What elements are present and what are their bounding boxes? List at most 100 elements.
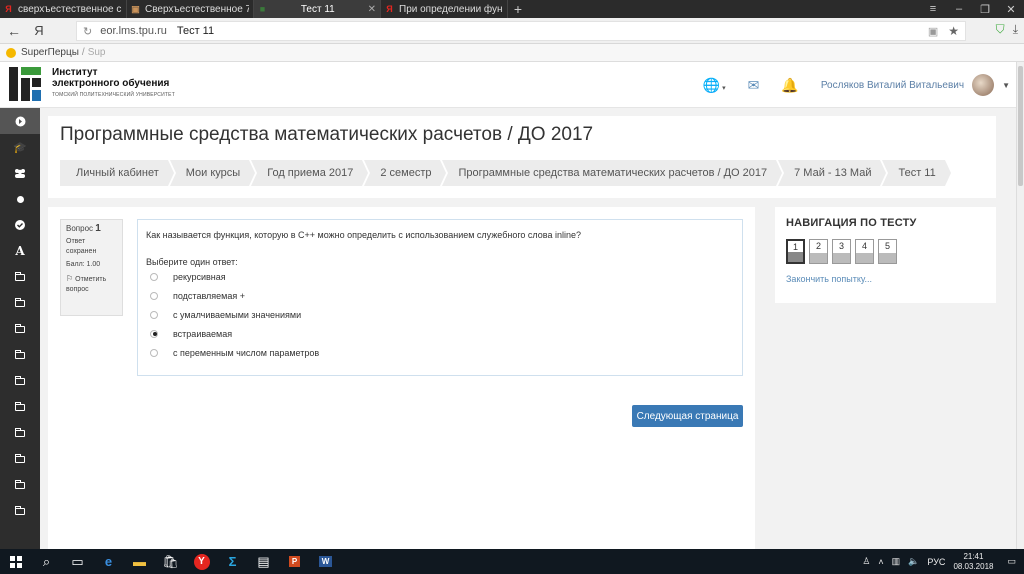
url-field[interactable]: ↻ eor.lms.tpu.ru Тест 11 ▣ ★ [76, 21, 966, 41]
breadcrumb-item[interactable]: Тест 11 [882, 160, 953, 186]
yandex-button[interactable]: Я [28, 23, 50, 38]
task-view-icon[interactable]: ▭ [62, 549, 93, 574]
breadcrumb-item[interactable]: Мои курсы [169, 160, 258, 186]
browser-tab-2[interactable]: ■ Тест 11 ✕ [254, 0, 381, 18]
folder-icon[interactable] [0, 446, 40, 472]
breadcrumb-item[interactable]: Программные средства математических расч… [442, 160, 784, 186]
chevron-up-icon[interactable]: ˄ [878, 557, 883, 567]
institute-logo-icon[interactable] [9, 67, 41, 101]
breadcrumb-item[interactable]: 2 семестр [364, 160, 449, 186]
scrollbar-thumb[interactable] [1018, 66, 1023, 186]
quiz-nav-page-3[interactable]: 3 [832, 239, 851, 264]
folder-icon[interactable] [0, 368, 40, 394]
video-favicon-icon: ▣ [131, 3, 140, 14]
windows-start-icon[interactable] [0, 549, 31, 574]
quiz-nav-page-4[interactable]: 4 [855, 239, 874, 264]
yandex-browser-icon[interactable]: Y [186, 549, 217, 574]
close-tab-icon[interactable]: ✕ [368, 4, 376, 15]
user-name[interactable]: Росляков Виталий Витальевич [821, 80, 964, 91]
font-letter-icon[interactable]: A [0, 238, 40, 264]
sigma-app-icon[interactable]: Σ [217, 549, 248, 574]
window-controls: ≡ – ❐ ✕ [920, 0, 1024, 18]
quiz-nav-page-1[interactable]: 1 [786, 239, 805, 264]
bookmark-item[interactable]: SuperПерцы [21, 47, 79, 58]
edge-browser-icon[interactable]: e [93, 549, 124, 574]
header-actions: 🌐 ▾ ✉ 🔔 Росляков Виталий Витальевич ▼ [703, 62, 1016, 108]
radio-button[interactable] [150, 272, 158, 281]
notifications-bell-icon[interactable]: 🔔 [781, 77, 798, 94]
restore-icon[interactable]: ❐ [972, 0, 998, 18]
tpu-favicon-icon: ■ [259, 3, 266, 14]
radio-button[interactable] [150, 291, 158, 300]
radio-button[interactable] [150, 348, 158, 357]
file-explorer-icon[interactable]: ▬ [124, 549, 155, 574]
flag-question-link[interactable]: ⚐ Отметить вопрос [66, 274, 117, 295]
powerpoint-icon[interactable]: P [279, 549, 310, 574]
radio-button[interactable] [150, 329, 158, 338]
folder-icon[interactable] [0, 498, 40, 524]
notifications-icon[interactable]: ▭ [1007, 556, 1016, 567]
answer-option[interactable]: с умалчиваемыми значениями [146, 305, 734, 324]
language-globe-icon[interactable]: 🌐 ▾ [703, 77, 726, 94]
breadcrumb-item[interactable]: 7 Май - 13 Май [778, 160, 889, 186]
page-header-panel: Программные средства математических расч… [48, 116, 996, 198]
finish-attempt-link[interactable]: Закончить попытку... [786, 274, 985, 284]
users-icon[interactable] [0, 160, 40, 186]
minimize-icon[interactable]: – [946, 0, 972, 18]
bookmark-star-icon[interactable]: ★ [948, 24, 959, 38]
answer-option[interactable]: рекурсивная [146, 267, 734, 286]
breadcrumb-item[interactable]: Личный кабинет [60, 160, 176, 186]
search-icon[interactable]: ⌕ [31, 549, 62, 574]
browser-tab-0[interactable]: Я сверхъестественное смотр [0, 0, 127, 18]
network-icon[interactable]: ▥ [892, 556, 901, 567]
question-status: Ответ сохранен [66, 238, 97, 255]
graduation-cap-icon[interactable]: 🎓 [0, 134, 40, 160]
breadcrumb-item[interactable]: Год приема 2017 [251, 160, 371, 186]
folder-icon[interactable] [0, 472, 40, 498]
logo-line-1: Институт [52, 67, 98, 78]
next-page-button[interactable]: Следующая страница [632, 405, 743, 427]
quiz-nav-page-2[interactable]: 2 [809, 239, 828, 264]
new-tab-button[interactable]: + [508, 0, 528, 18]
chevron-down-icon[interactable]: ▼ [1002, 81, 1010, 90]
store-icon[interactable]: 🛍 [155, 549, 186, 574]
back-arrow-icon[interactable]: ← [0, 23, 28, 39]
clock[interactable]: 21:41 08.03.2018 [953, 552, 993, 572]
radio-button[interactable] [150, 310, 158, 319]
menu-icon[interactable]: ≡ [920, 0, 946, 18]
logo-title[interactable]: Институт электронного обучения [52, 67, 192, 89]
word-icon[interactable]: W [310, 549, 341, 574]
close-window-icon[interactable]: ✕ [998, 0, 1024, 18]
bookmark-item[interactable]: Sup [88, 47, 106, 58]
yandex-favicon-icon: Я [386, 3, 393, 14]
reader-mode-icon[interactable]: ▣ [928, 25, 938, 38]
download-icon[interactable]: ⤓ [1013, 22, 1018, 37]
folder-icon[interactable] [0, 264, 40, 290]
folder-icon[interactable] [0, 420, 40, 446]
media-app-icon[interactable]: ▤ [248, 549, 279, 574]
drawer-toggle-icon[interactable] [0, 108, 40, 134]
answer-option[interactable]: подставляемая + [146, 286, 734, 305]
volume-icon[interactable]: 🔈 [908, 556, 919, 567]
dot-icon[interactable] [0, 186, 40, 212]
quiz-nav-page-5[interactable]: 5 [878, 239, 897, 264]
bookmarks-bar: SuperПерцы / Sup [0, 44, 1024, 62]
check-circle-icon[interactable] [0, 212, 40, 238]
folder-icon[interactable] [0, 290, 40, 316]
avatar[interactable] [972, 74, 995, 96]
keyboard-language[interactable]: РУС [927, 557, 945, 567]
browser-tab-3[interactable]: Я При определении функци [381, 0, 508, 18]
answer-label: подставляемая + [173, 290, 245, 301]
folder-icon[interactable] [0, 394, 40, 420]
folder-icon[interactable] [0, 342, 40, 368]
page-scrollbar[interactable] [1016, 62, 1024, 549]
protect-shield-icon[interactable]: ⛉ [996, 22, 1005, 37]
browser-tab-1[interactable]: ▣ Сверхъестественное 7 сез [127, 0, 254, 18]
yandex-favicon-icon: Я [5, 3, 12, 14]
person-icon[interactable]: ♙ [862, 556, 870, 567]
reload-icon[interactable]: ↻ [83, 25, 92, 38]
messages-envelope-icon[interactable]: ✉ [748, 77, 760, 94]
folder-icon[interactable] [0, 316, 40, 342]
answer-option[interactable]: встраиваемая [146, 324, 734, 343]
answer-option[interactable]: с переменным числом параметров [146, 343, 734, 362]
